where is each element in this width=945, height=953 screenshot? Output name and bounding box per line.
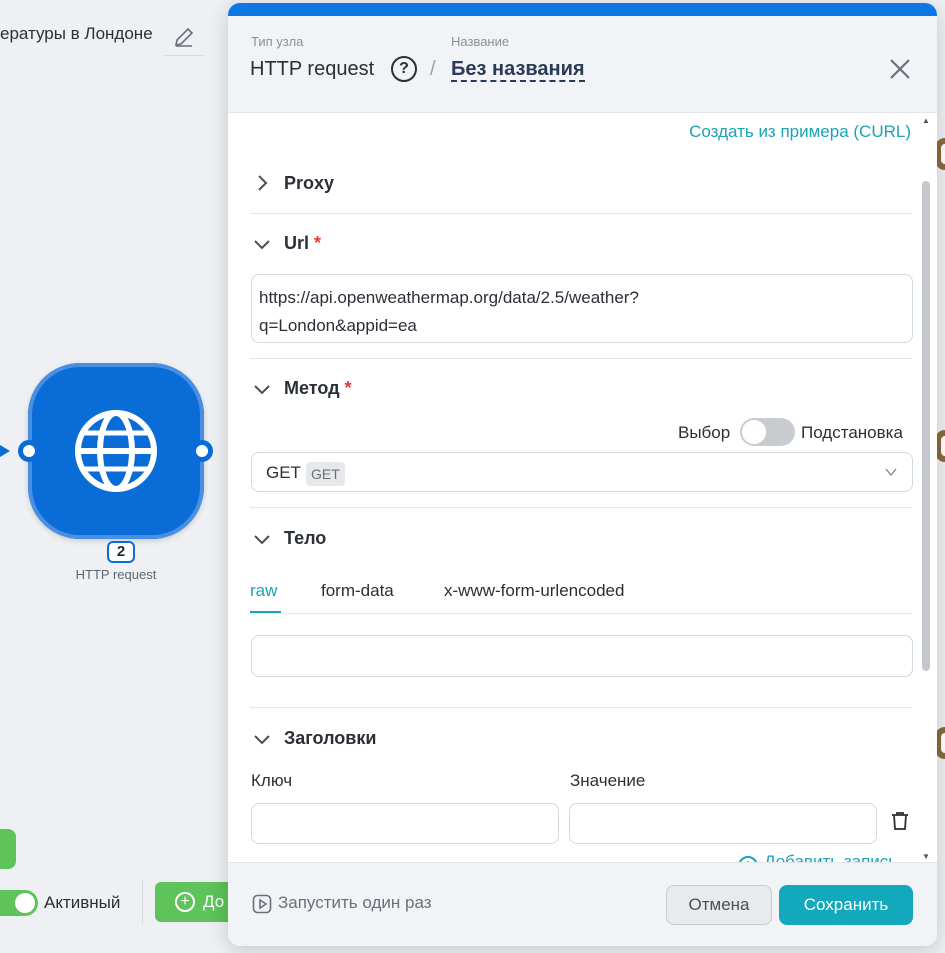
toggle-knob	[15, 893, 35, 913]
close-icon[interactable]	[888, 57, 912, 81]
active-label: Активный	[44, 893, 121, 912]
body-section-header[interactable]: Тело	[250, 524, 912, 554]
method-select[interactable]: GET GET	[251, 452, 913, 492]
tab-form-data[interactable]: form-data	[321, 581, 394, 601]
chevron-down-icon	[885, 468, 897, 477]
toolbar-divider	[142, 880, 143, 924]
section-divider	[250, 213, 912, 214]
chevron-down-icon	[254, 385, 270, 395]
green-button-stub[interactable]	[0, 829, 16, 869]
help-icon[interactable]: ?	[391, 56, 417, 82]
method-badge: GET	[306, 462, 345, 486]
play-icon	[252, 894, 272, 914]
globe-icon	[75, 410, 157, 492]
url-section-header[interactable]: Url *	[250, 229, 912, 259]
node-name-value[interactable]: Без названия	[451, 58, 585, 82]
url-line-1: https://api.openweathermap.org/data/2.5/…	[259, 288, 639, 307]
http-request-node[interactable]	[0, 363, 213, 539]
chevron-down-icon	[254, 240, 270, 250]
pencil-icon	[174, 27, 194, 47]
panel-footer: Запустить один раз Отмена Сохранить	[228, 862, 937, 946]
method-section-header[interactable]: Метод *	[250, 374, 912, 404]
run-once-button[interactable]: Запустить один раз	[250, 893, 432, 914]
section-divider	[250, 707, 912, 708]
node-number-badge: 2	[107, 541, 135, 563]
node-name-caption: Название	[451, 34, 510, 49]
url-line-2: q=London&appid=ea	[259, 316, 417, 335]
tab-raw[interactable]: raw	[250, 581, 277, 601]
proxy-title: Proxy	[284, 173, 335, 193]
section-divider	[250, 358, 912, 359]
body-title: Тело	[284, 528, 327, 548]
required-asterisk: *	[344, 378, 352, 398]
active-tab-indicator	[250, 611, 281, 613]
section-divider	[250, 507, 912, 508]
add-record-label: Добавить запись	[764, 852, 898, 862]
panel-body: Создать из примера (CURL) Proxy Url * ht…	[228, 114, 937, 862]
node-type-caption: Тип узла	[251, 34, 304, 49]
chevron-down-icon	[254, 735, 270, 745]
run-once-label: Запустить один раз	[278, 893, 432, 912]
url-input[interactable]: https://api.openweathermap.org/data/2.5/…	[251, 274, 913, 343]
add-button-label: До	[203, 892, 225, 911]
method-selected: GET	[266, 463, 301, 482]
panel-header: Тип узла Название HTTP request ? / Без н…	[228, 16, 937, 113]
input-port[interactable]	[18, 440, 40, 462]
url-value: https://api.openweathermap.org/data/2.5/…	[259, 284, 899, 340]
chevron-down-icon	[254, 535, 270, 545]
method-mode-switch[interactable]	[740, 418, 795, 446]
trash-icon[interactable]	[891, 811, 909, 831]
scroll-up-arrow[interactable]: ▲	[922, 116, 930, 125]
output-port[interactable]	[191, 440, 213, 462]
switch-knob	[742, 420, 766, 444]
switch-right-label: Подстановка	[801, 423, 903, 442]
required-asterisk: *	[314, 233, 322, 253]
cancel-button[interactable]: Отмена	[666, 885, 772, 925]
plus-circle-icon: +	[175, 892, 195, 912]
edit-title-button[interactable]	[164, 20, 204, 56]
header-key-input[interactable]	[251, 803, 559, 844]
scenario-title: ературы в Лондоне	[0, 24, 153, 43]
panel-top-accent	[228, 3, 937, 16]
method-title-wrap: Метод *	[284, 378, 352, 399]
scrollbar-thumb[interactable]	[922, 181, 930, 671]
headers-title: Заголовки	[284, 728, 377, 748]
method-title: Метод	[284, 378, 340, 398]
create-from-curl-link[interactable]: Создать из примера (CURL)	[689, 122, 911, 142]
active-toggle[interactable]	[0, 890, 38, 916]
header-separator: /	[430, 58, 436, 80]
node-type-value: HTTP request	[250, 58, 375, 80]
url-title: Url	[284, 233, 310, 253]
save-button[interactable]: Сохранить	[779, 885, 913, 925]
scroll-down-arrow[interactable]: ▼	[922, 852, 930, 861]
tabs-divider	[250, 613, 912, 614]
header-key-label: Ключ	[251, 771, 293, 790]
header-value-input[interactable]	[569, 803, 877, 844]
switch-left-label: Выбор	[678, 423, 731, 442]
add-header-record[interactable]: +Добавить запись	[738, 852, 897, 862]
tab-x-www-form-urlencoded[interactable]: x-www-form-urlencoded	[444, 581, 624, 601]
body-raw-input[interactable]	[251, 635, 913, 677]
headers-section-header[interactable]: Заголовки	[250, 724, 912, 754]
node-label: HTTP request	[75, 567, 157, 582]
url-title-wrap: Url *	[284, 233, 321, 254]
chevron-right-icon	[258, 175, 268, 191]
proxy-section-header[interactable]: Proxy	[250, 169, 912, 199]
node-settings-panel: Тип узла Название HTTP request ? / Без н…	[228, 3, 937, 946]
header-value-label: Значение	[570, 771, 646, 790]
incoming-arrow	[0, 445, 10, 457]
